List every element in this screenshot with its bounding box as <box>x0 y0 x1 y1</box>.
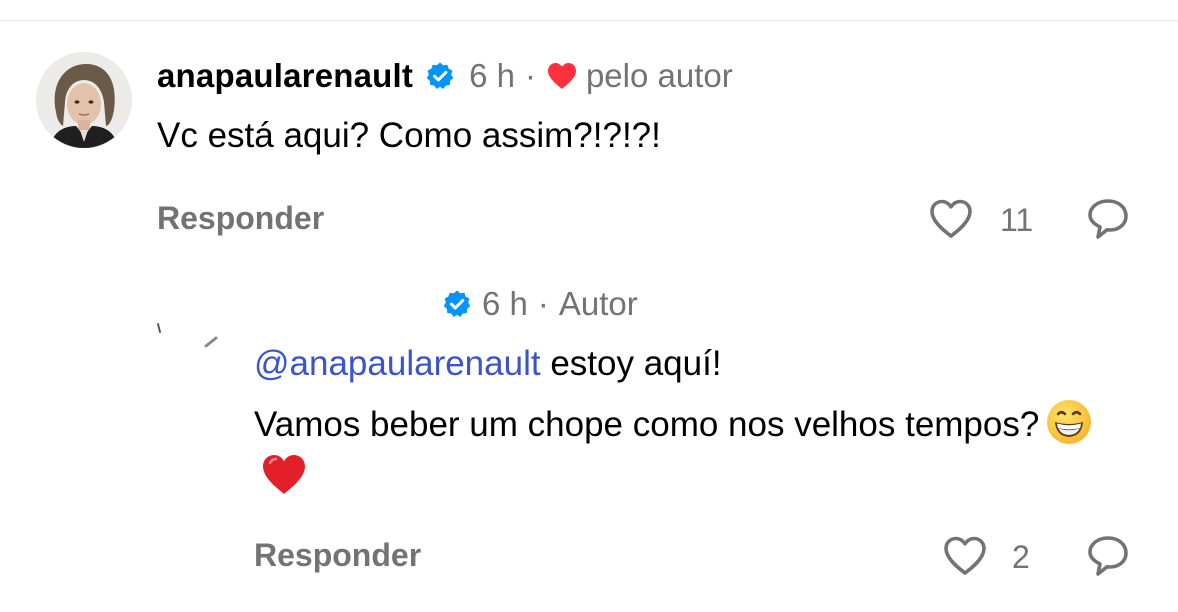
mention-link[interactable]: @anapaularenault <box>254 344 541 383</box>
grinning-face-emoji <box>1045 398 1093 446</box>
reply-header: 6 h · Autor <box>442 284 638 324</box>
comment-username[interactable]: anapaularenault <box>157 57 413 95</box>
reply-text-line: @anapaularenault estoy aquí! <box>254 338 1134 390</box>
comment-header: anapaularenault 6 h · pelo autor <box>157 56 733 96</box>
share-icon[interactable] <box>1086 534 1130 578</box>
comment-time: 6 h <box>469 57 515 94</box>
heart-outline-icon[interactable] <box>928 198 974 240</box>
red-heart-icon <box>546 61 578 91</box>
comment-text: Vc está aqui? Como assim?!?!?! <box>157 116 661 155</box>
comments-panel: anapaularenault 6 h · pelo autor Vc está… <box>0 0 1178 612</box>
meta-separator: · <box>537 285 549 322</box>
reply-text-line: Vamos beber um chope como nos velhos tem… <box>254 398 1134 504</box>
liked-by-author-label: pelo autor <box>585 57 733 94</box>
like-count: 11 <box>1000 202 1034 238</box>
share-icon[interactable] <box>1086 197 1130 241</box>
avatar[interactable] <box>36 52 132 148</box>
reply-button[interactable]: Responder <box>157 200 324 237</box>
verified-badge-icon <box>425 61 455 91</box>
red-heart-emoji <box>260 451 308 499</box>
reply-avatar[interactable] <box>150 318 230 358</box>
verified-badge-icon <box>442 289 472 319</box>
reply-text: @anapaularenault estoy aquí! Vamos beber… <box>254 338 1134 504</box>
reply-button[interactable]: Responder <box>254 537 421 574</box>
reply-text-fragment: estoy aquí! <box>540 344 722 383</box>
heart-outline-icon[interactable] <box>942 535 988 577</box>
author-label: Autor <box>558 285 638 322</box>
meta-separator: · <box>524 57 536 94</box>
like-count: 2 <box>1012 539 1030 575</box>
reply-time: 6 h <box>482 285 528 322</box>
divider <box>0 20 1178 21</box>
reply-text-fragment: Vamos beber um chope como nos velhos tem… <box>254 405 1040 444</box>
